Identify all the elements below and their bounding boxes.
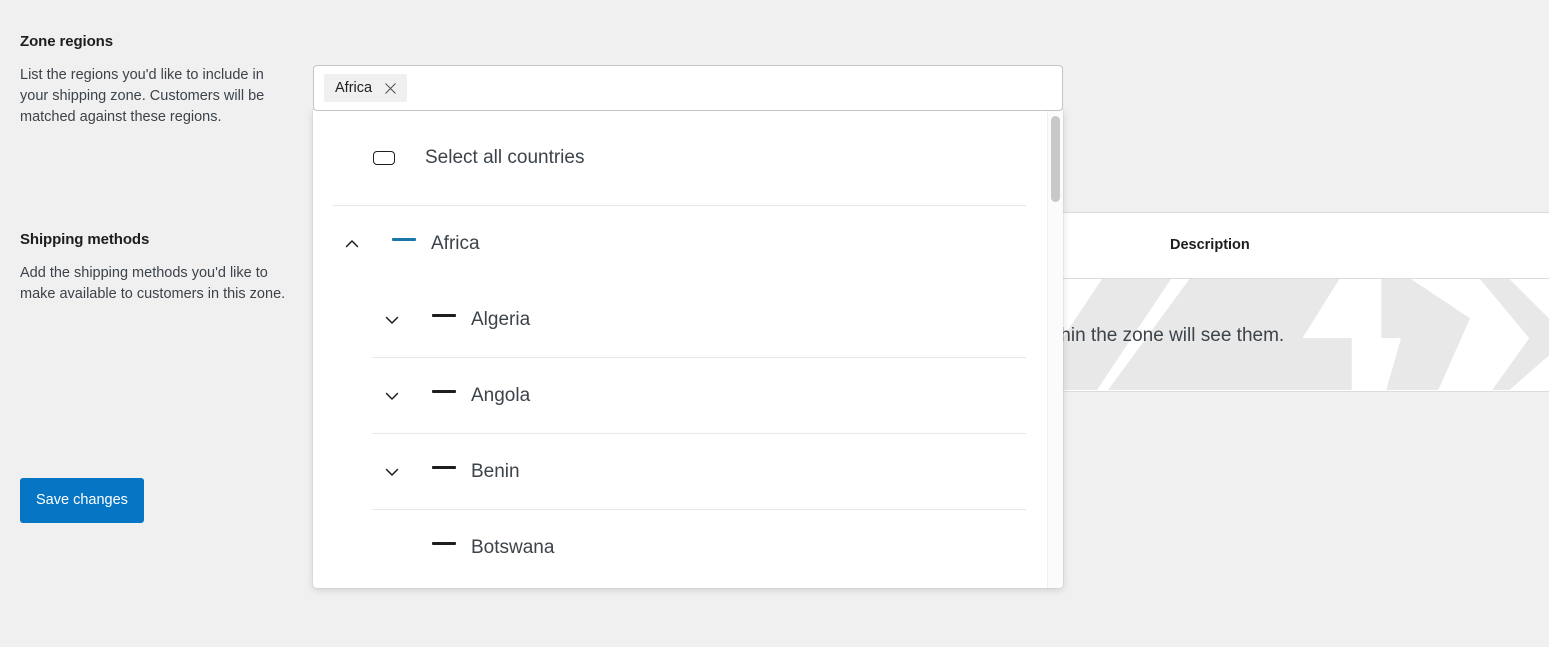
option-row-botswana[interactable]: Botswana — [313, 510, 1063, 586]
option-label: Africa — [431, 233, 480, 254]
zone-regions-description: List the regions you'd like to include i… — [20, 67, 265, 125]
shipping-methods-title: Shipping methods — [20, 231, 150, 248]
option-label: Algeria — [471, 309, 531, 330]
checkbox-indeterminate-icon-botswana[interactable] — [432, 542, 456, 554]
chevron-down-icon[interactable] — [383, 387, 401, 405]
shipping-methods-table: Description thin the zone will see them. — [1042, 212, 1549, 392]
option-row-angola[interactable]: Angola — [313, 358, 1063, 434]
option-label: Select all countries — [425, 147, 585, 168]
country-region-dropdown[interactable]: Select all countries Africa Algeria Ango… — [313, 110, 1063, 588]
shipping-methods-description: Add the shipping methods you'd like to m… — [20, 265, 286, 302]
table-header-row: Description — [1056, 213, 1549, 279]
dropdown-scrollbar[interactable] — [1047, 110, 1063, 588]
option-label: Benin — [471, 461, 520, 482]
option-label: Botswana — [471, 537, 555, 558]
option-row-benin[interactable]: Benin — [313, 434, 1063, 510]
checkbox-indeterminate-icon-africa[interactable] — [392, 238, 416, 250]
region-chip-label: Africa — [335, 80, 373, 96]
chevron-down-icon[interactable] — [383, 311, 401, 329]
option-row-africa[interactable]: Africa — [313, 206, 1063, 282]
save-changes-button[interactable]: Save changes — [20, 478, 144, 523]
zone-regions-select-control[interactable]: Africa — [313, 65, 1063, 111]
dropdown-scroll-area[interactable]: Select all countries Africa Algeria Ango… — [313, 110, 1063, 588]
zone-regions-title: Zone regions — [20, 33, 113, 50]
shipping-methods-section: Shipping methods Add the shipping method… — [20, 231, 290, 305]
table-cell-description: thin the zone will see them. — [1056, 325, 1285, 346]
checkbox-indeterminate-icon-algeria[interactable] — [432, 314, 456, 326]
close-icon[interactable] — [383, 81, 398, 96]
table-row: thin the zone will see them. — [1056, 279, 1549, 391]
option-label: Angola — [471, 385, 531, 406]
checkbox-indeterminate-icon-angola[interactable] — [432, 390, 456, 402]
zone-regions-section: Zone regions List the regions you'd like… — [20, 33, 290, 128]
chevron-down-icon[interactable] — [383, 463, 401, 481]
region-input-box[interactable]: Africa — [313, 65, 1063, 111]
checkbox-indeterminate-icon-benin[interactable] — [432, 466, 456, 478]
dropdown-scrollbar-thumb[interactable] — [1051, 116, 1060, 202]
option-row-algeria[interactable]: Algeria — [313, 282, 1063, 358]
checkbox-empty-icon[interactable] — [373, 151, 395, 165]
region-chip-africa[interactable]: Africa — [324, 74, 408, 102]
chevron-up-icon[interactable] — [343, 235, 361, 253]
column-header-description: Description — [1170, 237, 1250, 253]
option-select-all-countries[interactable]: Select all countries — [313, 110, 1063, 206]
